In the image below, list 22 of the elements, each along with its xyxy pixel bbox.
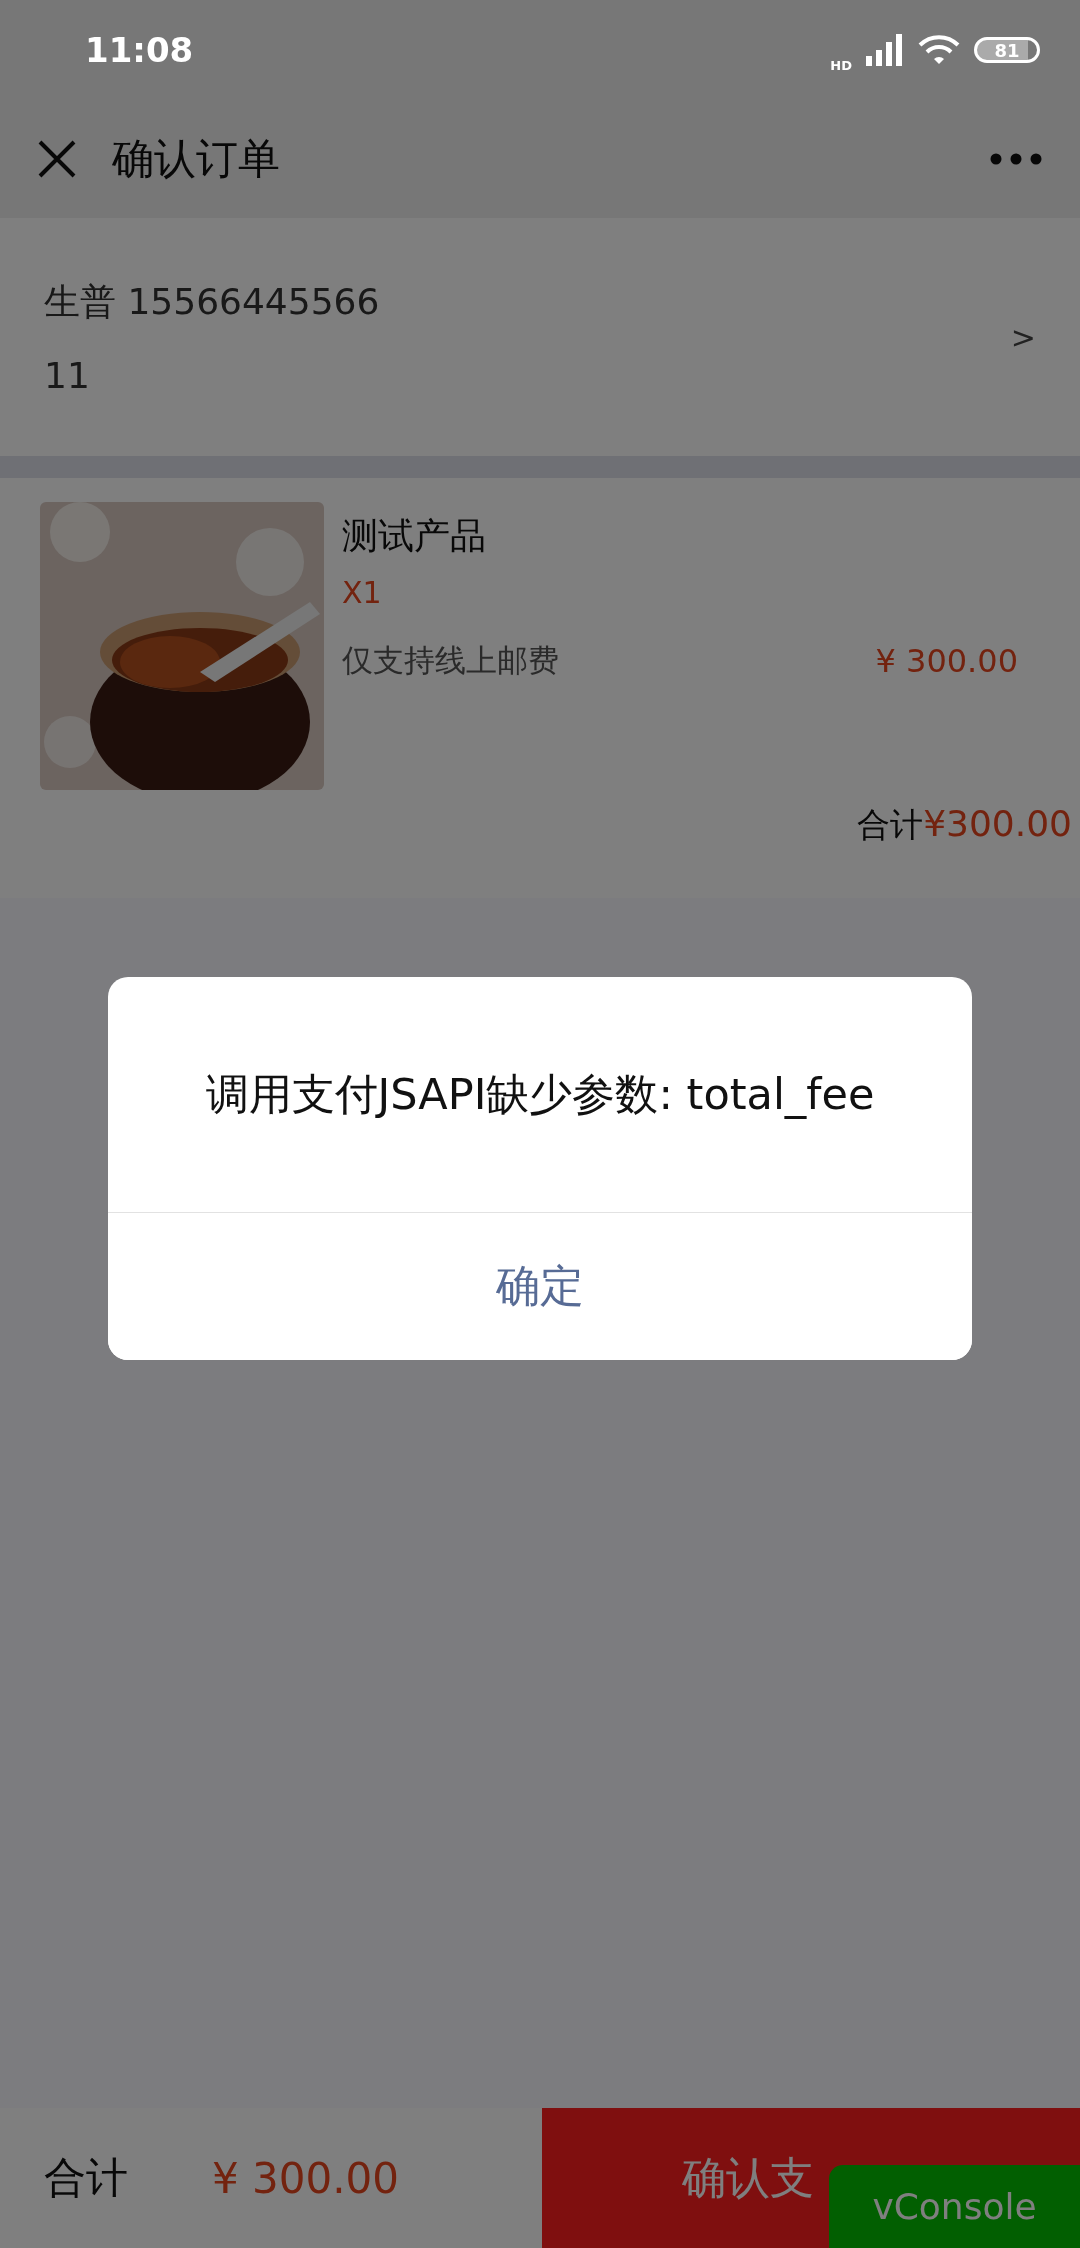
total-label: 合计 xyxy=(857,804,924,846)
address-detail: 11 xyxy=(44,355,91,396)
address-contact: 生普 15566445566 xyxy=(44,280,380,324)
status-time: 11:08 xyxy=(85,30,194,70)
signal-icon xyxy=(866,34,904,66)
shipping-note: 仅支持线上邮费 xyxy=(342,641,559,680)
total-label: 合计 xyxy=(44,2152,128,2204)
console-button[interactable]: vConsole xyxy=(829,2165,1080,2248)
confirm-button[interactable]: 确定 xyxy=(108,1212,972,1360)
dialog-message: 调用支付JSAPI缺少参数: total_fee xyxy=(205,1067,875,1121)
chevron[interactable]: > xyxy=(1010,319,1036,355)
close-icon[interactable] xyxy=(38,140,76,178)
product-name: 测试产品 xyxy=(342,514,487,558)
product-price: ¥ 300.00 xyxy=(875,642,1018,680)
total-amount: ¥300.00 xyxy=(923,803,1072,844)
product-quantity: X1 xyxy=(342,575,383,610)
more-icon[interactable] xyxy=(990,153,1042,165)
total-amount: ¥ 300.00 xyxy=(212,2153,400,2203)
network-label: HD xyxy=(830,57,852,73)
page-title: 确认订单 xyxy=(112,133,280,185)
wifi-icon xyxy=(918,34,960,66)
battery-indicator: 81 xyxy=(974,37,1040,63)
